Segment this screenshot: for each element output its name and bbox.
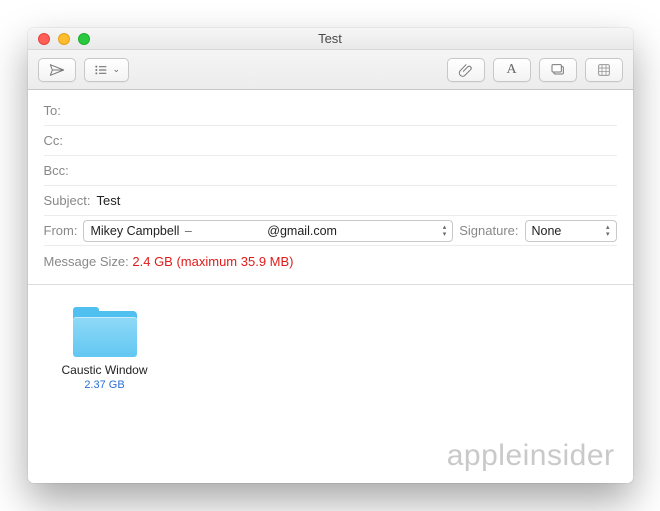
titlebar: Test: [28, 28, 633, 50]
subject-label: Subject:: [44, 193, 91, 208]
format-button[interactable]: A: [493, 58, 531, 82]
message-size-label: Message Size:: [44, 254, 129, 269]
bcc-row[interactable]: Bcc:: [44, 156, 617, 186]
send-button[interactable]: [38, 58, 76, 82]
watermark: appleinsider: [447, 439, 615, 473]
emoji-button[interactable]: [585, 58, 623, 82]
zoom-icon[interactable]: [78, 33, 90, 45]
window-title: Test: [28, 31, 633, 46]
bcc-label: Bcc:: [44, 163, 69, 178]
message-size-warning: 2.4 GB (maximum 35.9 MB): [132, 254, 293, 269]
subject-row[interactable]: Subject: Test: [44, 186, 617, 216]
chevron-down-icon: ⌄: [113, 64, 121, 75]
stepper-icon: ▴▾: [443, 224, 447, 238]
from-domain: @gmail.com: [267, 224, 337, 238]
signature-label: Signature:: [459, 223, 518, 238]
list-bullets-icon: [93, 62, 109, 78]
header-fields-button[interactable]: ⌄: [84, 58, 130, 82]
photo-browser-icon: [550, 62, 566, 78]
from-row: From: Mikey Campbell – @gmail.com ▴▾ Sig…: [44, 216, 617, 246]
to-label: To:: [44, 103, 61, 118]
emoji-icon: [596, 62, 612, 78]
attachment[interactable]: Caustic Window 2.37 GB: [50, 307, 160, 391]
cc-label: Cc:: [44, 133, 64, 148]
stepper-icon: ▴▾: [606, 224, 610, 238]
attach-button[interactable]: [447, 58, 485, 82]
from-redacted: [197, 225, 267, 237]
paper-plane-icon: [49, 62, 65, 78]
from-select[interactable]: Mikey Campbell – @gmail.com ▴▾: [83, 220, 453, 242]
signature-value: None: [532, 224, 602, 238]
from-name: Mikey Campbell: [90, 224, 179, 238]
cc-row[interactable]: Cc:: [44, 126, 617, 156]
paperclip-icon: [458, 62, 474, 78]
to-row[interactable]: To:: [44, 96, 617, 126]
font-A-icon: A: [506, 62, 516, 78]
signature-select[interactable]: None ▴▾: [525, 220, 617, 242]
attachment-size: 2.37 GB: [84, 379, 124, 391]
toolbar: ⌄ A: [28, 50, 633, 90]
header-fields: To: Cc: Bcc: Subject: Test From: Mikey C…: [28, 90, 633, 285]
attachment-name: Caustic Window: [61, 363, 147, 377]
subject-field[interactable]: Test: [96, 193, 616, 208]
photo-browser-button[interactable]: [539, 58, 577, 82]
compose-window: Test ⌄ A: [28, 28, 633, 483]
minimize-icon[interactable]: [58, 33, 70, 45]
folder-icon: [70, 307, 140, 361]
message-size-row: Message Size: 2.4 GB (maximum 35.9 MB): [44, 246, 617, 276]
from-label: From:: [44, 223, 78, 238]
message-body[interactable]: Caustic Window 2.37 GB appleinsider: [28, 285, 633, 483]
window-controls: [28, 33, 90, 45]
close-icon[interactable]: [38, 33, 50, 45]
